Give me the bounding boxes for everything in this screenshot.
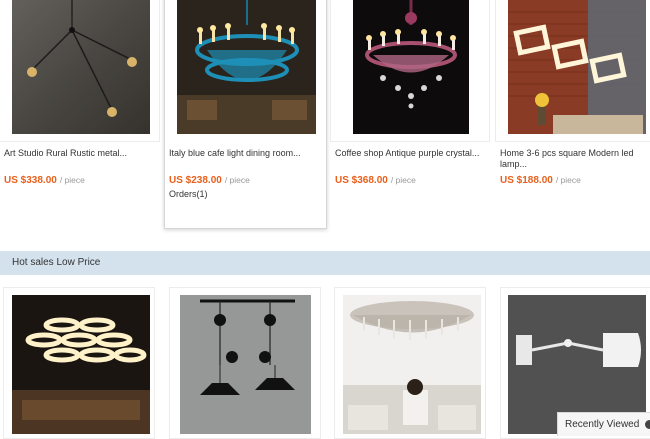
product-image[interactable] <box>508 0 646 134</box>
price-unit: / piece <box>59 175 85 185</box>
recently-viewed-label: Recently Viewed <box>565 419 640 430</box>
price-value: US $338.00 <box>4 175 57 186</box>
product-title[interactable]: Home 3-6 pcs square Modern led lamp... <box>500 148 640 170</box>
product-price: US $238.00/ piece <box>169 175 250 186</box>
product-price: US $338.00/ piece <box>4 175 85 186</box>
arrow-circle-icon[interactable] <box>645 420 650 429</box>
price-value: US $368.00 <box>335 175 388 186</box>
price-value: US $238.00 <box>169 175 222 186</box>
orders-count: Orders(1) <box>169 189 208 199</box>
product-price: US $188.00/ piece <box>500 175 581 186</box>
recently-viewed-tab[interactable]: Recently Viewed <box>557 412 650 436</box>
product-image[interactable] <box>180 295 311 434</box>
product-title[interactable]: Italy blue cafe light dining room... <box>169 148 319 159</box>
product-price: US $368.00/ piece <box>335 175 416 186</box>
price-unit: / piece <box>224 175 250 185</box>
product-image[interactable] <box>12 0 150 134</box>
product-title[interactable]: Art Studio Rural Rustic metal... <box>4 148 154 159</box>
section-title: Hot sales Low Price <box>12 257 101 268</box>
price-value: US $188.00 <box>500 175 553 186</box>
product-image[interactable] <box>12 295 150 434</box>
product-title[interactable]: Coffee shop Antique purple crystal... <box>335 148 485 159</box>
price-unit: / piece <box>390 175 416 185</box>
product-image[interactable] <box>343 295 481 434</box>
price-unit: / piece <box>555 175 581 185</box>
product-image[interactable] <box>353 0 469 134</box>
section-header: Hot sales Low Price <box>0 251 650 275</box>
product-image[interactable] <box>177 0 316 134</box>
